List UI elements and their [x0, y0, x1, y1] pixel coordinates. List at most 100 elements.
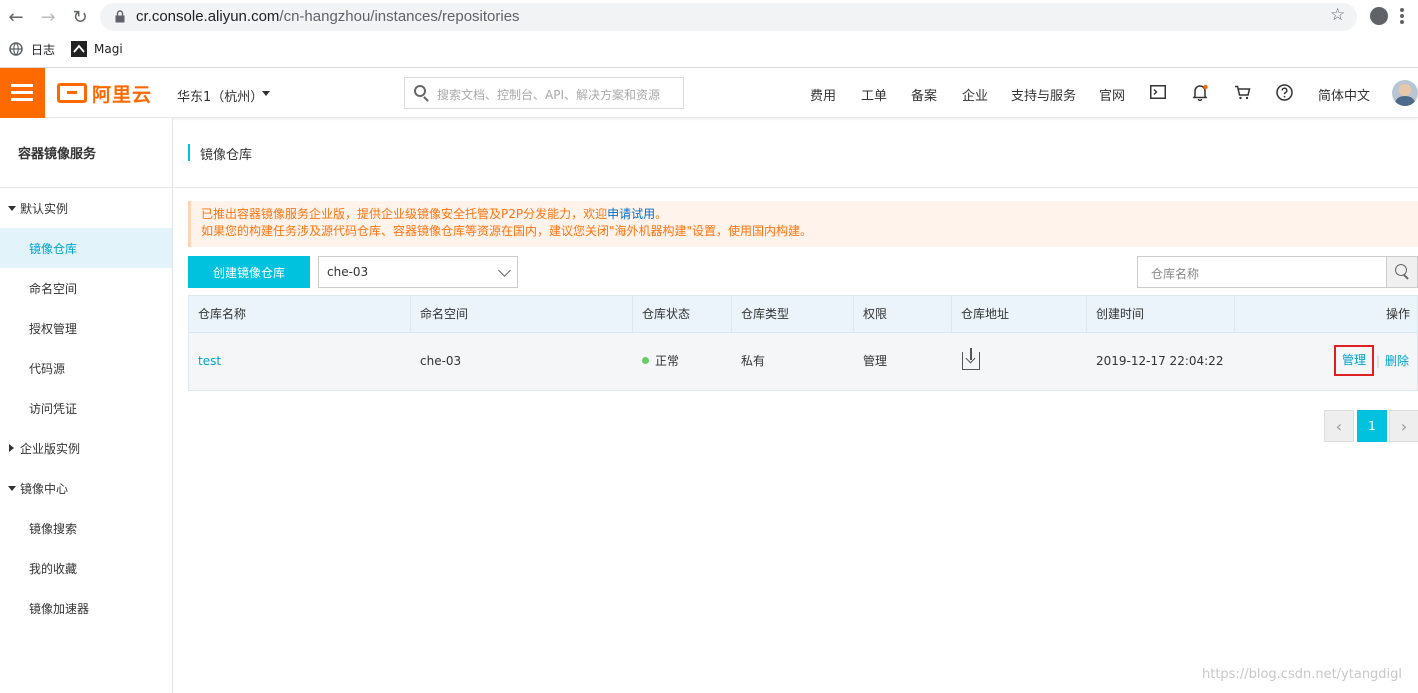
logo-text: 阿里云 [92, 83, 153, 106]
sidebar-group-label: 企业版实例 [20, 441, 81, 456]
sidebar-item-favorites[interactable]: 我的收藏 [0, 548, 172, 588]
notice-line-1: 已推出容器镜像服务企业版，提供企业级镜像安全托管及P2P分发能力，欢迎申请试用。 [201, 207, 668, 221]
sidebar-group-enterprise-instance[interactable]: 企业版实例 [8, 428, 80, 468]
bookmark-star-icon[interactable]: ☆ [1330, 5, 1345, 25]
magi-icon [71, 41, 87, 57]
account-icon[interactable] [1370, 7, 1388, 25]
search-icon [1395, 264, 1407, 276]
sidebar-title: 容器镜像服务 [18, 147, 97, 162]
browser-toolbar: ← → ↻ cr.console.aliyun.com/cn-hangzhou/… [0, 0, 1418, 68]
language-selector[interactable]: 简体中文 [1318, 85, 1370, 104]
repository-type: 私有 [741, 354, 766, 368]
nav-enterprise[interactable]: 企业 [962, 85, 988, 104]
nav-ticket[interactable]: 工单 [861, 85, 887, 104]
cart-icon[interactable] [1233, 83, 1251, 101]
download-icon[interactable] [962, 348, 980, 370]
table-header: 仓库名称 命名空间 仓库状态 仓库类型 权限 仓库地址 创建时间 操作 [189, 296, 1417, 333]
column-header-status: 仓库状态 [633, 296, 732, 333]
console-header: 阿里云 华东1（杭州） 搜索文档、控制台、API、解决方案和资源 费用 工单 备… [0, 68, 1418, 118]
create-repository-button[interactable]: 创建镜像仓库 [188, 256, 310, 288]
chevron-down-icon [498, 264, 511, 277]
repository-name-link[interactable]: test [189, 333, 221, 390]
caret-down-icon [8, 485, 16, 491]
region-selector[interactable]: 华东1（杭州） [177, 86, 263, 105]
action-separator: | [1376, 354, 1381, 368]
notice-line-2: 如果您的构建任务涉及源代码仓库、容器镜像仓库等资源在国内，建议您关闭"海外机器构… [201, 224, 813, 238]
nav-icp[interactable]: 备案 [911, 85, 937, 104]
aliyun-logo-mark-icon [57, 83, 87, 103]
bookmark-label: 日志 [31, 42, 56, 57]
browser-menu-icon[interactable] [1400, 8, 1404, 24]
column-header-namespace: 命名空间 [411, 296, 633, 333]
column-header-name: 仓库名称 [189, 296, 411, 333]
global-search-input[interactable]: 搜索文档、控制台、API、解决方案和资源 [404, 77, 684, 109]
column-header-permission: 权限 [854, 296, 952, 333]
delete-button[interactable]: 删除 [1385, 333, 1409, 390]
nav-billing[interactable]: 费用 [810, 85, 836, 104]
sidebar-item-access-credentials[interactable]: 访问凭证 [0, 388, 172, 428]
search-icon [414, 85, 426, 97]
repository-namespace: che-03 [420, 354, 462, 368]
repository-permission: 管理 [863, 354, 888, 368]
address-bar[interactable]: cr.console.aliyun.com/cn-hangzhou/instan… [100, 3, 1357, 31]
reload-icon[interactable]: ↻ [69, 6, 91, 28]
next-page-icon[interactable]: › [1389, 410, 1418, 442]
repository-search-placeholder: 仓库名称 [1151, 267, 1200, 281]
sidebar-group-default-instance[interactable]: 默认实例 [8, 188, 68, 228]
menu-icon[interactable] [0, 68, 45, 118]
nav-support[interactable]: 支持与服务 [1011, 85, 1076, 104]
namespace-selected-value: che-03 [327, 265, 369, 279]
caret-right-icon [9, 444, 14, 452]
nav-website[interactable]: 官网 [1099, 85, 1125, 104]
bookmark-label: Magi [94, 42, 123, 56]
repository-search-button[interactable] [1386, 256, 1418, 288]
page-title: 镜像仓库 [200, 148, 253, 163]
column-header-actions: 操作 [1385, 307, 1410, 321]
repository-table: 仓库名称 命名空间 仓库状态 仓库类型 权限 仓库地址 创建时间 操作 test… [188, 295, 1418, 391]
notice-banner: 已推出容器镜像服务企业版，提供企业级镜像安全托管及P2P分发能力，欢迎申请试用。… [188, 201, 1418, 247]
sidebar-group-label: 镜像中心 [20, 481, 69, 496]
sidebar-item-accelerator[interactable]: 镜像加速器 [0, 588, 172, 628]
status-dot-icon [642, 357, 649, 364]
column-header-created: 创建时间 [1087, 296, 1235, 333]
forward-icon[interactable]: → [37, 6, 59, 28]
prev-page-icon[interactable]: ‹ [1324, 410, 1354, 442]
sidebar-item-repositories[interactable]: 镜像仓库 [0, 228, 172, 268]
namespace-select[interactable]: che-03 [318, 256, 518, 288]
sidebar-item-code-source[interactable]: 代码源 [0, 348, 172, 388]
aliyun-logo[interactable]: 阿里云 [57, 82, 153, 106]
page-header: 镜像仓库 [174, 118, 1418, 188]
repository-search-input[interactable]: 仓库名称 [1137, 256, 1387, 288]
search-placeholder: 搜索文档、控制台、API、解决方案和资源 [437, 88, 660, 102]
column-header-type: 仓库类型 [732, 296, 854, 333]
sidebar: 容器镜像服务 默认实例 镜像仓库 命名空间 授权管理 代码源 访问凭证 企业版实… [0, 118, 173, 693]
bell-icon[interactable] [1191, 83, 1209, 101]
watermark: https://blog.csdn.net/ytangdigl [1202, 667, 1403, 682]
back-icon[interactable]: ← [5, 6, 27, 28]
sidebar-group-label: 默认实例 [20, 201, 69, 216]
sidebar-item-image-search[interactable]: 镜像搜索 [0, 508, 172, 548]
apply-trial-link[interactable]: 申请试用 [607, 207, 655, 221]
manage-button[interactable]: 管理 [1334, 345, 1374, 376]
bookmark-magi[interactable]: Magi [71, 40, 123, 58]
page-number-current[interactable]: 1 [1357, 410, 1387, 442]
terminal-icon[interactable] [1149, 83, 1167, 101]
sidebar-item-namespaces[interactable]: 命名空间 [0, 268, 172, 308]
title-accent-bar [188, 144, 190, 161]
table-row: test che-03 正常 私有 管理 2019-12-17 22:04:22… [189, 333, 1417, 390]
bookmark-log[interactable]: 日志 [8, 40, 55, 58]
url-text: cr.console.aliyun.com/cn-hangzhou/instan… [136, 8, 520, 25]
caret-down-icon [8, 205, 16, 211]
user-avatar[interactable] [1392, 80, 1418, 106]
lock-icon [115, 10, 125, 23]
sidebar-item-authorization[interactable]: 授权管理 [0, 308, 172, 348]
help-icon[interactable] [1275, 83, 1293, 101]
repository-address-cell [952, 333, 1087, 390]
main-content: 镜像仓库 已推出容器镜像服务企业版，提供企业级镜像安全托管及P2P分发能力，欢迎… [174, 118, 1418, 693]
column-header-address: 仓库地址 [952, 296, 1087, 333]
repository-created-time: 2019-12-17 22:04:22 [1096, 354, 1224, 368]
globe-icon [8, 41, 24, 57]
sidebar-group-image-center[interactable]: 镜像中心 [8, 468, 68, 508]
caret-down-icon[interactable] [262, 91, 270, 96]
repository-status: 正常 [633, 333, 679, 390]
